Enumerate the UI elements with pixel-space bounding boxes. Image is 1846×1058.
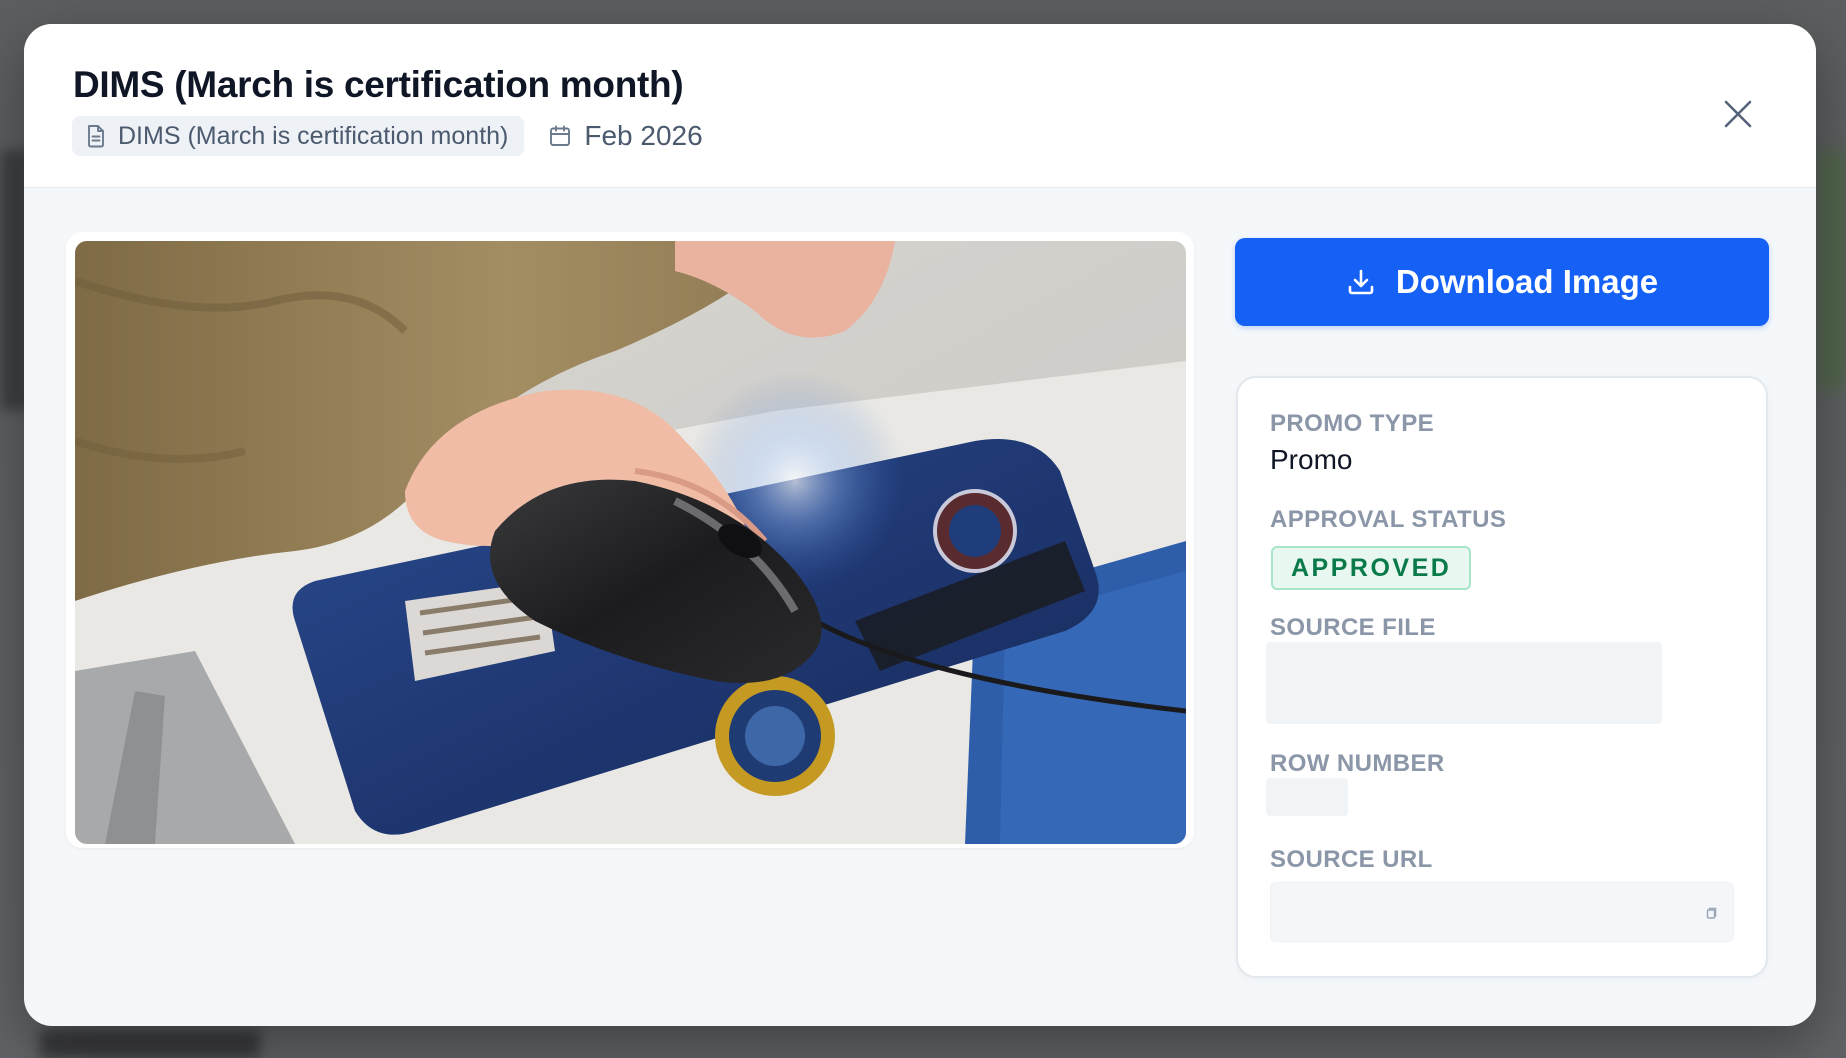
date-label: Feb 2026 — [584, 120, 703, 151]
image-preview — [66, 232, 1194, 848]
calendar-icon — [548, 124, 572, 148]
promo-type-value: Promo — [1270, 444, 1353, 475]
promo-type-label: PROMO TYPE — [1270, 410, 1435, 437]
source-url-field[interactable] — [1270, 882, 1734, 942]
date-meta: Feb 2026 — [548, 120, 703, 152]
details-card: PROMO TYPE Promo APPROVAL STATUS APPROVE… — [1236, 376, 1768, 978]
modal-title: DIMS (March is certification month) — [73, 64, 684, 105]
row-number-label: ROW NUMBER — [1270, 750, 1445, 777]
meta-row: DIMS (March is certification month) Feb … — [72, 116, 703, 156]
download-image-button[interactable]: Download Image — [1235, 238, 1769, 326]
download-icon — [1346, 267, 1376, 297]
background-content — [40, 1030, 260, 1058]
background-content — [1818, 150, 1846, 390]
download-button-label: Download Image — [1395, 263, 1659, 300]
source-file-label: SOURCE FILE — [1270, 614, 1436, 641]
modal-header: DIMS (March is certification month) DIMS… — [24, 24, 1816, 188]
source-url-label: SOURCE URL — [1270, 846, 1433, 873]
source-file-placeholder — [1266, 642, 1662, 724]
file-text-icon — [86, 124, 106, 148]
source-chip[interactable]: DIMS (March is certification month) — [72, 116, 525, 156]
close-icon — [1723, 99, 1753, 129]
status-badge: APPROVED — [1271, 546, 1472, 590]
preview-photo — [75, 241, 1186, 844]
approval-status-label: APPROVAL STATUS — [1270, 506, 1507, 533]
close-button[interactable] — [1712, 88, 1764, 140]
source-chip-label: DIMS (March is certification month) — [118, 121, 509, 150]
copy-icon[interactable] — [1703, 905, 1719, 921]
row-number-placeholder — [1266, 778, 1348, 816]
image-detail-modal: DIMS (March is certification month) DIMS… — [24, 24, 1816, 1026]
